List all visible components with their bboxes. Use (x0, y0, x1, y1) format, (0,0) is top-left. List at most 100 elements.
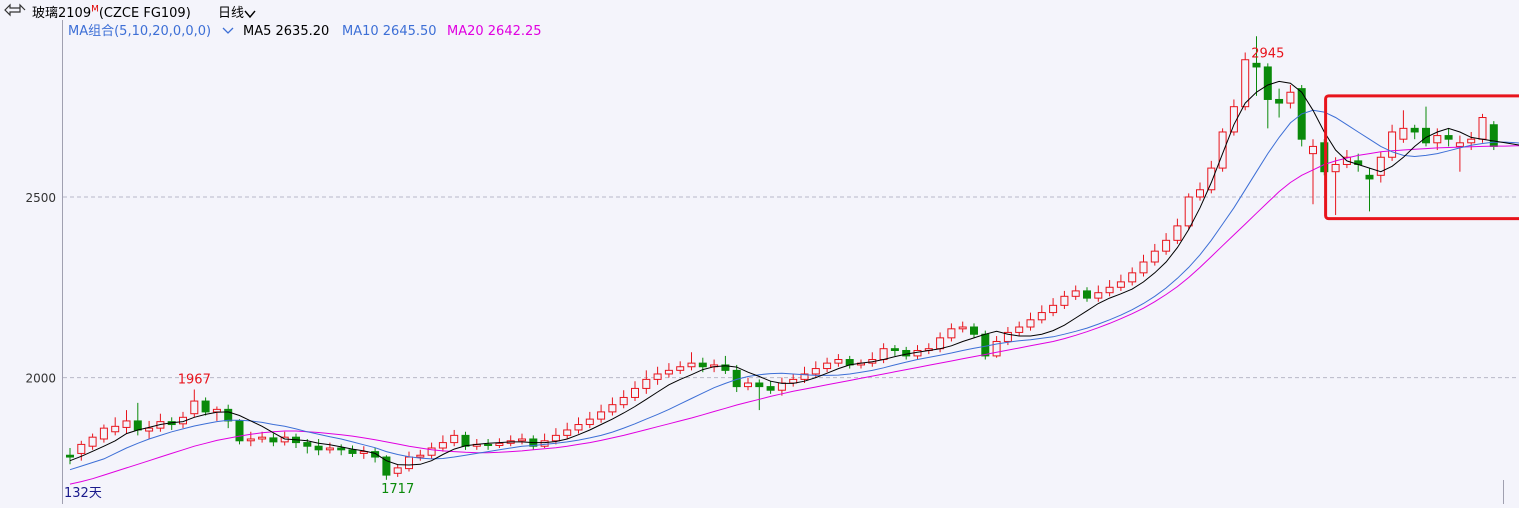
candle (1241, 52, 1250, 111)
candle-body (348, 449, 357, 454)
candle-body (1094, 292, 1103, 299)
candle-body (1376, 156, 1385, 176)
candle (789, 373, 798, 387)
candle (269, 433, 278, 447)
candle (292, 433, 300, 449)
candle (1444, 128, 1453, 147)
candle (834, 354, 843, 367)
candle (902, 346, 911, 360)
chart-canvas[interactable]: 2000 2500 1967 1717 2945 MA组合(5,10,20,0,0,0… (0, 20, 1519, 504)
candlestick-chart[interactable]: 2000 2500 1967 1717 2945 MA组合(5,10,20,0,0,0… (0, 20, 1519, 504)
days-count-label: 132天 (64, 486, 102, 501)
candle-body (811, 368, 820, 375)
candle-body (653, 373, 662, 380)
candle-body (1410, 127, 1419, 133)
chevron-down-icon (244, 10, 256, 18)
candle (1286, 85, 1295, 109)
candle-body (246, 438, 255, 442)
candle (359, 446, 368, 459)
candle (857, 359, 865, 369)
candle (574, 417, 583, 434)
candle (744, 377, 752, 391)
candle (235, 419, 244, 445)
candle-body (1083, 290, 1091, 299)
instrument-title[interactable]: 玻璃2109M(CZCE FG109) (32, 2, 191, 21)
candle (348, 445, 357, 458)
candle-body (1173, 225, 1182, 241)
candle-body (1286, 91, 1295, 104)
chart-toolbar: 玻璃2109M(CZCE FG109) 日线 (0, 0, 1519, 21)
candle (1116, 274, 1125, 291)
ma10-line (69, 109, 1519, 471)
candle-body (642, 378, 651, 389)
period-label: 日线 (218, 6, 245, 21)
candle-body (1128, 272, 1137, 283)
candle (393, 464, 402, 477)
candle (1275, 88, 1284, 118)
candle-body (777, 382, 786, 391)
candle (710, 359, 719, 373)
candle-body (958, 326, 967, 330)
candle (190, 389, 199, 418)
candle-body (1060, 295, 1069, 306)
candle-body (461, 434, 470, 447)
candle-body (619, 396, 628, 406)
candle (608, 397, 617, 416)
candle-body (77, 443, 86, 454)
candle-body (947, 328, 956, 339)
candle-body (1467, 138, 1476, 144)
candle (766, 381, 775, 394)
candle (1139, 254, 1148, 277)
candle (145, 420, 154, 439)
candle (823, 357, 832, 373)
swap-icon[interactable] (4, 3, 26, 17)
candle (958, 321, 967, 333)
candle-body (664, 369, 673, 375)
candle (416, 449, 425, 461)
candle-body (416, 454, 425, 458)
candle-body (744, 382, 752, 388)
candle-body (698, 362, 707, 368)
candle-body (1309, 145, 1317, 155)
candle (687, 352, 696, 371)
candle-body (145, 427, 154, 432)
candle-body (212, 408, 221, 413)
period-selector[interactable]: 日线 (218, 2, 256, 21)
candle-body (823, 362, 832, 370)
candle-body (1489, 124, 1498, 147)
candle-body (1139, 261, 1148, 274)
candle (66, 448, 74, 465)
candle-body (631, 387, 639, 398)
candle (1015, 321, 1024, 337)
candle (845, 355, 854, 369)
candle (540, 433, 549, 449)
candle-body (337, 447, 346, 451)
candle-body (608, 404, 617, 413)
candle-body (133, 420, 142, 431)
candle (1331, 157, 1340, 216)
candle (201, 397, 210, 416)
y-tick-label: 2000 (25, 372, 56, 386)
candle (653, 366, 662, 385)
ma-combo-label[interactable]: MA组合(5,10,20,0,0,0) (68, 24, 211, 39)
candle-body (1196, 189, 1204, 198)
candle-body (1478, 117, 1487, 140)
main-contract-flag: M (91, 4, 99, 15)
candle (518, 433, 526, 445)
candle (970, 323, 978, 338)
candle-body (88, 436, 97, 447)
candle-body (495, 442, 504, 446)
candle-body (235, 420, 244, 442)
candle-body (1455, 142, 1464, 147)
candle (484, 438, 493, 450)
candle-body (981, 333, 990, 357)
candle (1026, 312, 1035, 331)
candle-body (269, 437, 278, 443)
candle (438, 435, 447, 452)
instrument-name: 玻璃2109 (32, 6, 92, 21)
candle (924, 343, 933, 355)
ma-combo-chevron-icon[interactable] (222, 27, 234, 34)
candle-body (382, 456, 391, 476)
candle (676, 361, 685, 374)
instrument-code: (CZCE FG109) (98, 6, 191, 21)
